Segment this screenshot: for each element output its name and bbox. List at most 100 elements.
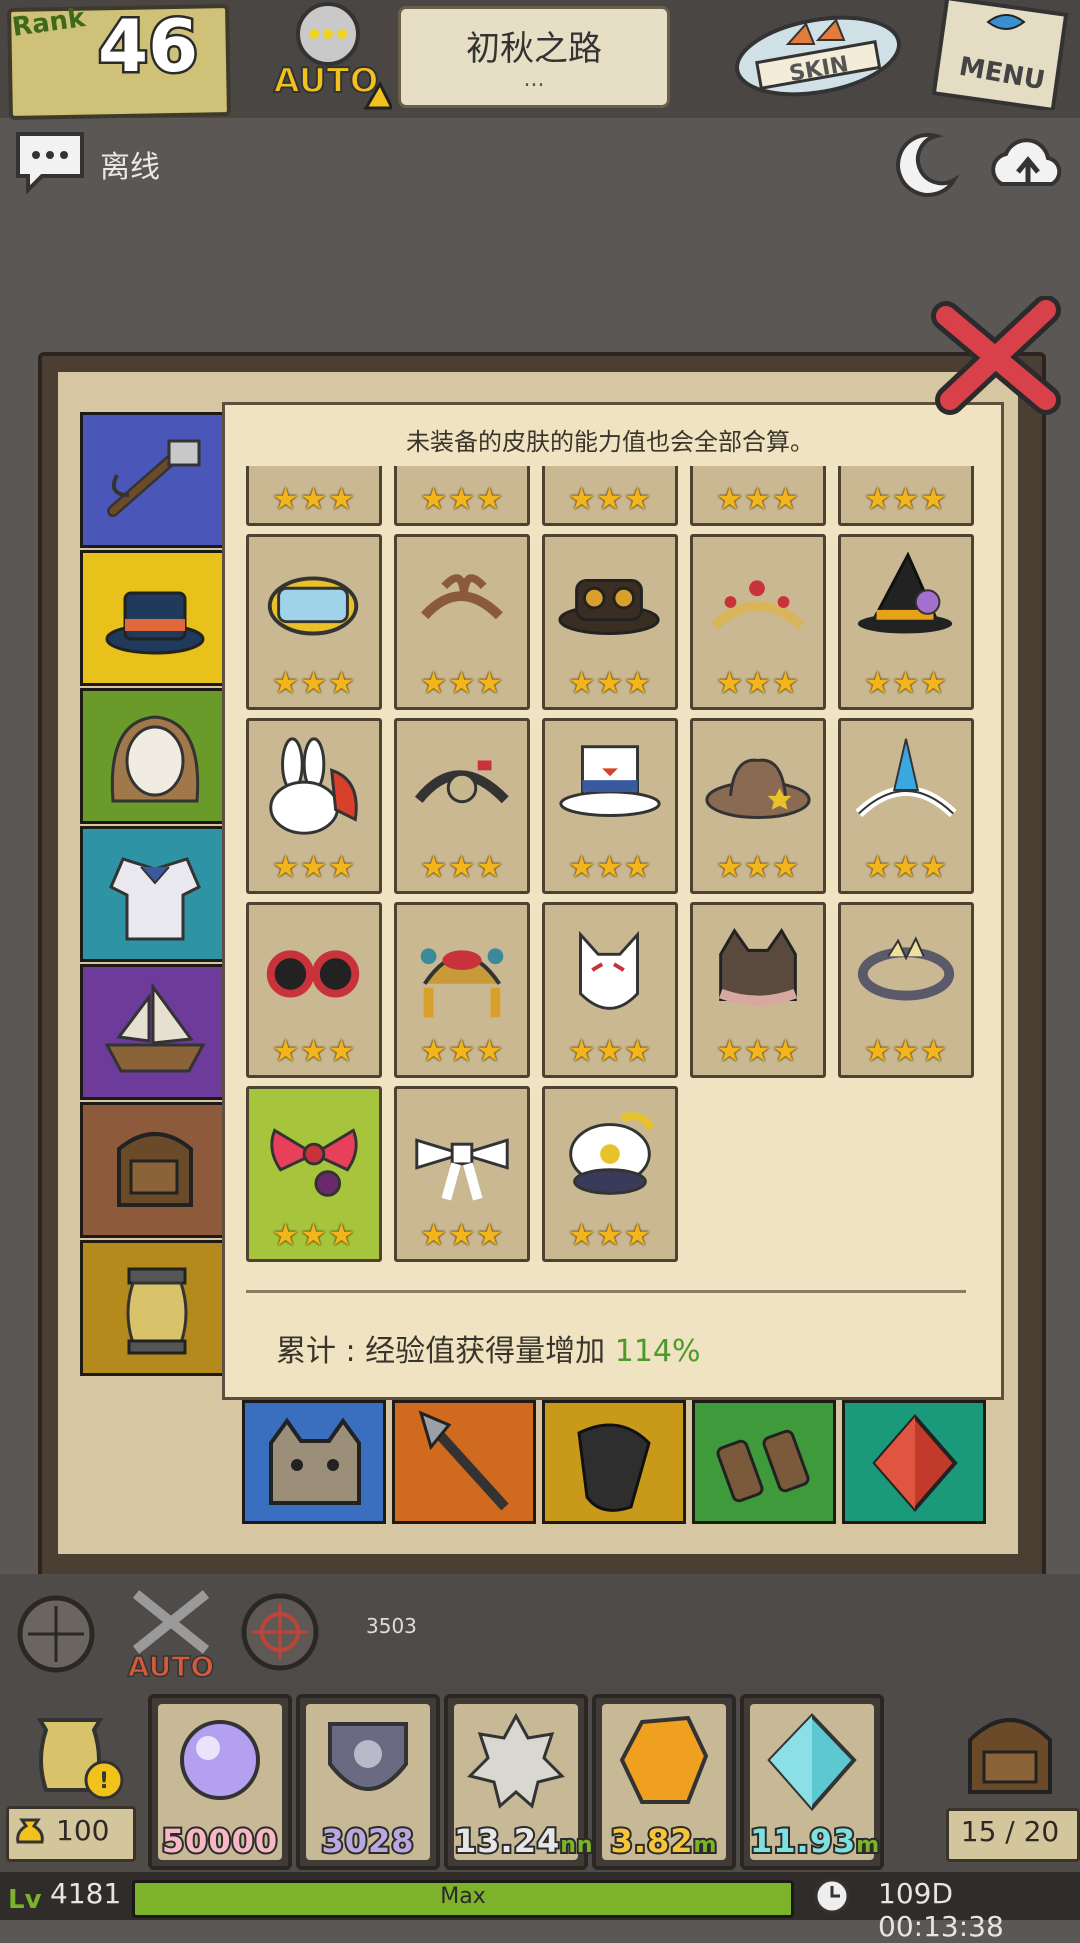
top-hat-icon	[559, 745, 661, 817]
skin-card[interactable]: ★★★	[246, 1086, 382, 1262]
clock-icon	[812, 1876, 852, 1916]
sunglasses-icon	[266, 950, 360, 998]
bow-icon	[270, 1128, 358, 1197]
robot-icon: AUTO	[273, 2, 395, 110]
svg-text:AUTO: AUTO	[128, 1650, 214, 1680]
connection-status: 离线	[100, 150, 160, 185]
skull-shield-icon	[328, 1722, 408, 1791]
resource-counter[interactable]: 13.24nn	[444, 1694, 595, 1870]
stage-title-banner[interactable]: 初秋之路 ...	[398, 6, 670, 108]
resource-unit: m	[692, 1831, 719, 1860]
skin-grid[interactable]: ★★★ ★★★ ★★★ ★★★ ★★★ ★★★ ★★★ ★★★ ★★★ ★★★ ★★★ ★★★ ★★★ ★…	[246, 466, 978, 1278]
star-rating: ★★★	[716, 666, 800, 701]
side-tab-lantern[interactable]	[80, 1240, 228, 1376]
laurel-crown-icon	[857, 936, 955, 1001]
outfit-tab-icon	[109, 857, 201, 941]
hair-tab-icon	[110, 715, 200, 803]
play-time: 109D 00:13:38	[878, 1877, 1004, 1943]
side-tab-outfit[interactable]	[80, 826, 228, 962]
bottom-tab-gem[interactable]	[842, 1400, 986, 1524]
target-button[interactable]	[234, 1588, 326, 1674]
svg-text:!: !	[99, 1769, 109, 1794]
star-rating: ★★★	[864, 850, 948, 885]
backpack-button[interactable]	[948, 1700, 1072, 1804]
skin-card[interactable]: ★★★	[246, 534, 382, 710]
resource-counter[interactable]: 3028	[296, 1694, 440, 1870]
star-rating: ★★★	[420, 482, 504, 517]
white-bow-icon	[415, 1138, 509, 1201]
skin-card[interactable]: ★★★	[542, 902, 678, 1078]
backpack-icon	[968, 1718, 1052, 1794]
skin-card[interactable]: ★★★	[690, 534, 826, 710]
side-tab-bag[interactable]	[80, 1102, 228, 1238]
side-tab-hair[interactable]	[80, 688, 228, 824]
resource-counter[interactable]: 50000	[148, 1694, 292, 1870]
cat-tab-icon	[269, 1417, 361, 1505]
resource-unit: m	[854, 1831, 881, 1860]
diving-mask-icon	[267, 576, 359, 636]
bottom-tab-pouch[interactable]	[542, 1400, 686, 1524]
skin-card[interactable]: ★★★	[690, 902, 826, 1078]
menu-button[interactable]: MENU	[928, 0, 1070, 113]
skin-card[interactable]: ★★★	[542, 1086, 678, 1262]
skin-card[interactable]: ★★★	[690, 466, 826, 526]
skin-card[interactable]: ★★★	[246, 718, 382, 894]
skin-card[interactable]: ★★★	[542, 718, 678, 894]
skin-card[interactable]: ★★★	[394, 718, 530, 894]
svg-text:AUTO: AUTO	[274, 61, 379, 101]
resource-card: 3028	[306, 1704, 430, 1862]
bunny-hat-icon	[269, 737, 358, 835]
star-rating: ★★★	[716, 1034, 800, 1069]
distance-counter: 3503	[366, 1614, 417, 1638]
bottom-tab-spear[interactable]	[392, 1400, 536, 1524]
side-tab-hat[interactable]	[80, 550, 228, 686]
skin-card[interactable]: ★★★	[542, 534, 678, 710]
skin-card[interactable]: ★★★	[246, 466, 382, 526]
skin-card[interactable]: ★★★	[838, 534, 974, 710]
resource-card: 3.82m	[602, 1704, 726, 1862]
resource-card: 13.24nn	[452, 1704, 595, 1862]
star-rating: ★★★	[568, 1218, 652, 1253]
bottom-tab-binoculars[interactable]	[692, 1400, 836, 1524]
ribbon-headband-icon	[421, 574, 503, 620]
side-tab-weapon[interactable]	[80, 412, 228, 548]
star-rating: ★★★	[272, 1034, 356, 1069]
rank-value: 46	[95, 2, 200, 91]
resource-card: 50000	[158, 1704, 282, 1862]
horn-headband-icon	[855, 738, 957, 818]
skin-card[interactable]: ★★★	[838, 466, 974, 526]
cat-ear-hat-icon	[718, 927, 798, 1006]
bottom-category-tabs	[242, 1400, 986, 1524]
skin-button[interactable]: SKIN	[718, 4, 908, 104]
compass-button[interactable]	[14, 1584, 98, 1674]
skin-card[interactable]: ★★★	[394, 534, 530, 710]
resource-value: 11.93m	[748, 1820, 881, 1862]
cloud-upload-icon[interactable]	[988, 128, 1068, 198]
skin-card[interactable]: ★★★	[542, 466, 678, 526]
resource-value: 13.24nn	[452, 1820, 595, 1862]
resource-counter[interactable]: 11.93m	[740, 1694, 884, 1870]
star-rating: ★★★	[864, 1034, 948, 1069]
skin-card[interactable]: ★★★	[394, 902, 530, 1078]
moon-icon[interactable]	[890, 128, 960, 198]
coin-value: 100	[56, 1814, 110, 1847]
skin-card[interactable]: ★★★	[690, 718, 826, 894]
skin-card[interactable]: ★★★	[838, 902, 974, 1078]
star-rating: ★★★	[272, 850, 356, 885]
auto-button[interactable]: AUTO	[262, 0, 395, 112]
hat-tab-icon	[105, 591, 205, 655]
lantern-button[interactable]: !	[10, 1700, 130, 1810]
chat-icon[interactable]	[14, 130, 86, 195]
skin-card[interactable]: ★★★	[246, 902, 382, 1078]
star-rating: ★★★	[272, 1218, 356, 1253]
skin-card[interactable]: ★★★	[394, 1086, 530, 1262]
resource-value: 3028	[319, 1820, 415, 1862]
side-tab-ship[interactable]	[80, 964, 228, 1100]
skin-card[interactable]: ★★★	[394, 466, 530, 526]
bottom-tab-cat[interactable]	[242, 1400, 386, 1524]
resource-counter[interactable]: 3.82m	[592, 1694, 736, 1870]
close-button[interactable]	[926, 295, 1076, 416]
stage-title: 初秋之路	[466, 29, 602, 69]
skin-card[interactable]: ★★★	[838, 718, 974, 894]
auto-battle-button[interactable]: AUTO	[116, 1580, 226, 1684]
